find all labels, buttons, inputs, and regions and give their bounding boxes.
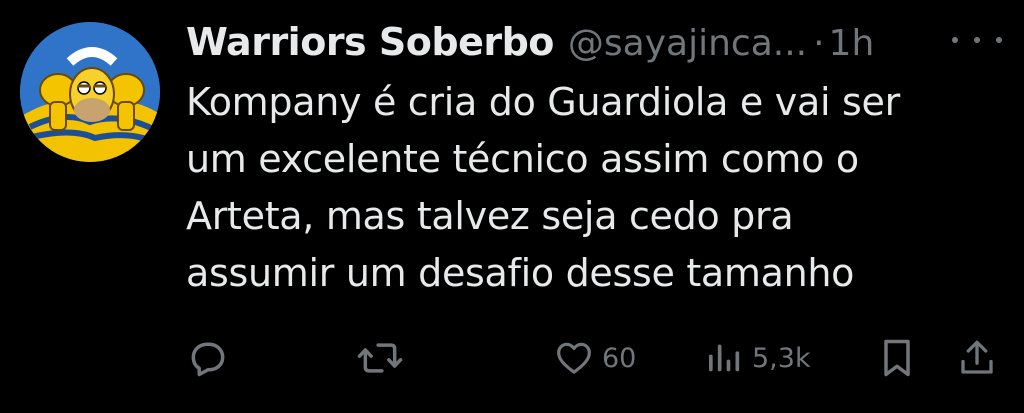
tweet-text: Kompany é cria do Guardiola e vai ser um… — [186, 74, 1006, 302]
more-dot — [974, 37, 980, 43]
tweet-text-line: Kompany é cria do Guardiola e vai ser — [186, 80, 900, 124]
like-button[interactable]: 60 — [554, 330, 636, 386]
share-icon — [961, 340, 993, 374]
timestamp[interactable]: 1h — [829, 23, 875, 64]
bookmark-icon — [884, 339, 910, 377]
reply-icon — [191, 342, 225, 377]
retweet-icon — [357, 343, 403, 373]
avatar[interactable] — [20, 22, 160, 162]
tweet-text-line: assumir um desafio desse tamanho — [186, 251, 855, 295]
views-count: 5,3k — [752, 342, 811, 374]
more-options-icon[interactable] — [952, 24, 1002, 56]
views-button[interactable]: 5,3k — [704, 330, 811, 386]
more-dot — [996, 37, 1002, 43]
tweet-header: Warriors Soberbo @sayajinca... · 1h — [186, 20, 874, 70]
bookmark-button[interactable] — [878, 330, 916, 386]
reply-button[interactable] — [186, 330, 230, 386]
retweet-button[interactable] — [356, 330, 404, 386]
tweet-text-line: um excelente técnico assim como o — [186, 137, 859, 181]
tweet-text-line: Arteta, mas talvez seja cedo pra — [186, 194, 794, 238]
views-icon — [709, 344, 740, 372]
separator-dot: · — [813, 23, 825, 64]
like-count: 60 — [602, 342, 637, 374]
share-button[interactable] — [956, 330, 998, 386]
heart-icon — [557, 342, 591, 374]
display-name[interactable]: Warriors Soberbo — [186, 20, 554, 64]
homer-avatar-icon — [20, 22, 160, 162]
tweet[interactable]: Warriors Soberbo @sayajinca... · 1h Komp… — [0, 0, 1024, 413]
action-bar: 60 5,3k — [0, 330, 1024, 390]
more-dot — [952, 37, 958, 43]
user-handle[interactable]: @sayajinca... — [568, 23, 807, 64]
